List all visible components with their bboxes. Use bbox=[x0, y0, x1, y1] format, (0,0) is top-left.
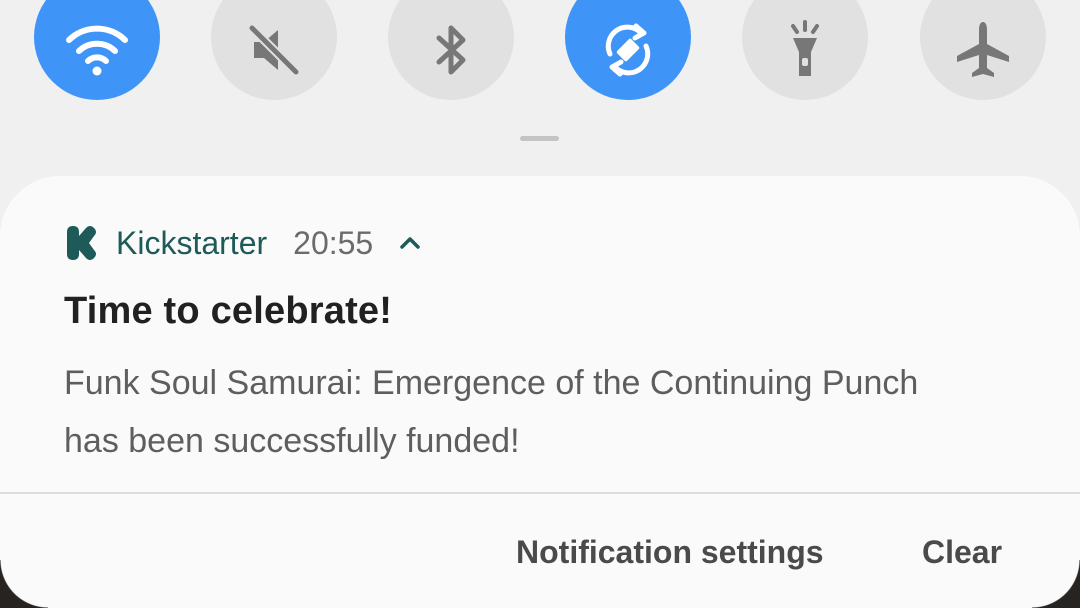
auto-rotate-toggle[interactable] bbox=[565, 0, 691, 100]
mute-icon bbox=[248, 24, 300, 76]
notification-shade: Kickstarter 20:55 Time to celebrate! Fun… bbox=[0, 0, 1080, 608]
bluetooth-icon bbox=[436, 25, 466, 75]
airplane-mode-toggle[interactable] bbox=[920, 0, 1046, 100]
notification-body: Funk Soul Samurai: Emergence of the Cont… bbox=[64, 354, 1044, 470]
notification-body-line-2: has been successfully funded! bbox=[64, 422, 520, 460]
bluetooth-toggle[interactable] bbox=[388, 0, 514, 100]
notification-body-line-1: Funk Soul Samurai: Emergence of the Cont… bbox=[64, 364, 919, 402]
chevron-up-icon[interactable] bbox=[397, 230, 423, 256]
wifi-icon bbox=[66, 25, 128, 76]
auto-rotate-icon bbox=[605, 23, 651, 77]
notification-time: 20:55 bbox=[293, 224, 374, 261]
notification-header: Kickstarter 20:55 bbox=[64, 224, 423, 262]
app-name: Kickstarter bbox=[116, 224, 268, 261]
airplane-icon bbox=[957, 22, 1009, 77]
quick-settings-row bbox=[0, 0, 1080, 110]
flashlight-toggle[interactable] bbox=[742, 0, 868, 100]
notification-settings-button[interactable]: Notification settings bbox=[516, 534, 824, 571]
wifi-toggle[interactable] bbox=[34, 0, 160, 100]
flashlight-icon bbox=[791, 20, 819, 76]
divider bbox=[0, 492, 1080, 494]
mute-toggle[interactable] bbox=[211, 0, 337, 100]
kickstarter-logo-icon bbox=[67, 226, 96, 260]
clear-button[interactable]: Clear bbox=[922, 534, 1002, 571]
shade-drag-handle[interactable] bbox=[520, 136, 559, 141]
notification-title: Time to celebrate! bbox=[64, 290, 393, 332]
